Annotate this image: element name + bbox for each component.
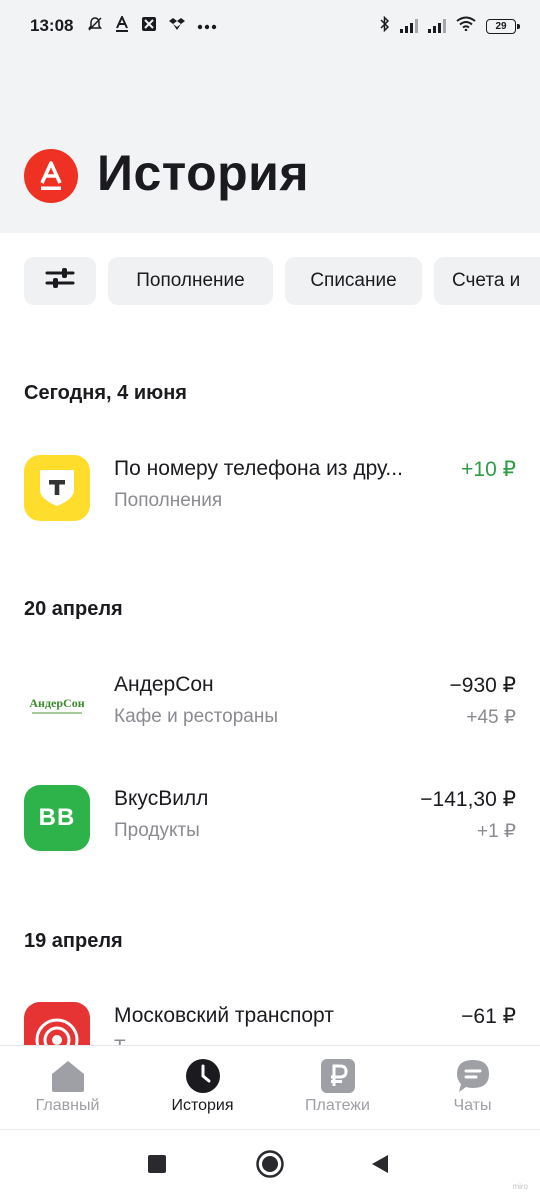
transaction-title: АндерСон xyxy=(114,673,214,696)
t-bank-logo-icon xyxy=(24,455,90,521)
filter-settings-button[interactable] xyxy=(24,257,96,305)
nav-item-payments[interactable]: Платежи xyxy=(270,1046,405,1130)
dropbox-icon xyxy=(169,16,186,37)
transaction-title: Московский транспорт xyxy=(114,1004,334,1027)
nav-item-main[interactable]: Главный xyxy=(0,1046,135,1130)
home-button[interactable] xyxy=(252,1148,288,1184)
vkusvill-logo-text: ВВ xyxy=(38,804,76,831)
filter-bar: Пополнение Списание Счета и xyxy=(0,233,540,329)
more-dots-icon xyxy=(197,17,217,35)
signal-icon xyxy=(428,19,446,33)
nav-label: Главный xyxy=(35,1097,100,1114)
nav-item-history[interactable]: История xyxy=(135,1046,270,1130)
watermark: miro xyxy=(512,1182,528,1191)
vkusvill-logo-icon: ВВ xyxy=(24,785,90,851)
transaction-category: Кафе и рестораны xyxy=(114,706,278,727)
recents-square-icon xyxy=(148,1154,166,1178)
back-button[interactable] xyxy=(362,1148,398,1184)
transaction-cashback: +45 ₽ xyxy=(466,707,516,728)
status-bar: 13:08 29 xyxy=(0,0,540,52)
sliders-icon xyxy=(45,266,75,296)
app-notify-icon xyxy=(141,16,157,37)
transaction-amount: −61 ₽ xyxy=(461,1005,516,1028)
transaction-title: ВкусВилл xyxy=(114,787,209,810)
transaction-row[interactable]: ВВ ВкусВилл Продукты −141,30 ₽ +1 ₽ xyxy=(0,773,540,863)
transaction-title: По номеру телефона из дру... xyxy=(114,457,403,480)
home-icon xyxy=(50,1058,86,1094)
filter-chip-replenishment[interactable]: Пополнение xyxy=(108,257,273,305)
ruble-icon xyxy=(320,1058,356,1094)
section-date: 20 апреля xyxy=(24,598,123,620)
nav-label: Платежи xyxy=(305,1097,370,1114)
recents-button[interactable] xyxy=(139,1148,175,1184)
chat-icon xyxy=(455,1058,491,1094)
transaction-amount: −930 ₽ xyxy=(449,674,517,697)
andersen-logo-text: АндерСон xyxy=(29,696,84,710)
status-time: 13:08 xyxy=(30,16,74,35)
transaction-category: Продукты xyxy=(114,820,200,841)
back-triangle-icon xyxy=(370,1154,390,1179)
nav-label: Чаты xyxy=(453,1097,492,1114)
section-date: Сегодня, 4 июня xyxy=(24,382,187,404)
transaction-amount: −141,30 ₽ xyxy=(420,788,516,811)
transaction-category: Пополнения xyxy=(114,490,223,511)
filter-chip-accounts[interactable]: Счета и xyxy=(434,257,540,305)
transaction-row[interactable]: АндерСон АндерСон Кафе и рестораны −930 … xyxy=(0,659,540,749)
alfa-notify-icon xyxy=(115,14,129,37)
bottom-nav: Главный История Платежи Чаты xyxy=(0,1045,540,1129)
nav-item-chats[interactable]: Чаты xyxy=(405,1046,540,1130)
alfa-bank-logo xyxy=(24,149,78,203)
transaction-cashback: +1 ₽ xyxy=(476,821,516,842)
muted-bell-icon xyxy=(87,16,103,37)
section-date: 19 апреля xyxy=(24,930,123,952)
battery-icon: 29 xyxy=(486,18,520,34)
page-title: История xyxy=(97,145,310,201)
system-nav-bar xyxy=(0,1129,540,1200)
wifi-icon xyxy=(456,16,476,36)
home-circle-icon xyxy=(255,1149,285,1184)
bluetooth-icon xyxy=(380,15,390,37)
signal-icon xyxy=(400,19,418,33)
transaction-row[interactable]: По номеру телефона из дру... Пополнения … xyxy=(0,443,540,533)
page-header: История xyxy=(0,52,540,233)
clock-icon xyxy=(185,1058,221,1094)
nav-label: История xyxy=(171,1097,234,1114)
andersen-logo-icon: АндерСон xyxy=(24,671,90,737)
transaction-amount: +10 ₽ xyxy=(461,458,516,481)
filter-chip-debit[interactable]: Списание xyxy=(285,257,422,305)
